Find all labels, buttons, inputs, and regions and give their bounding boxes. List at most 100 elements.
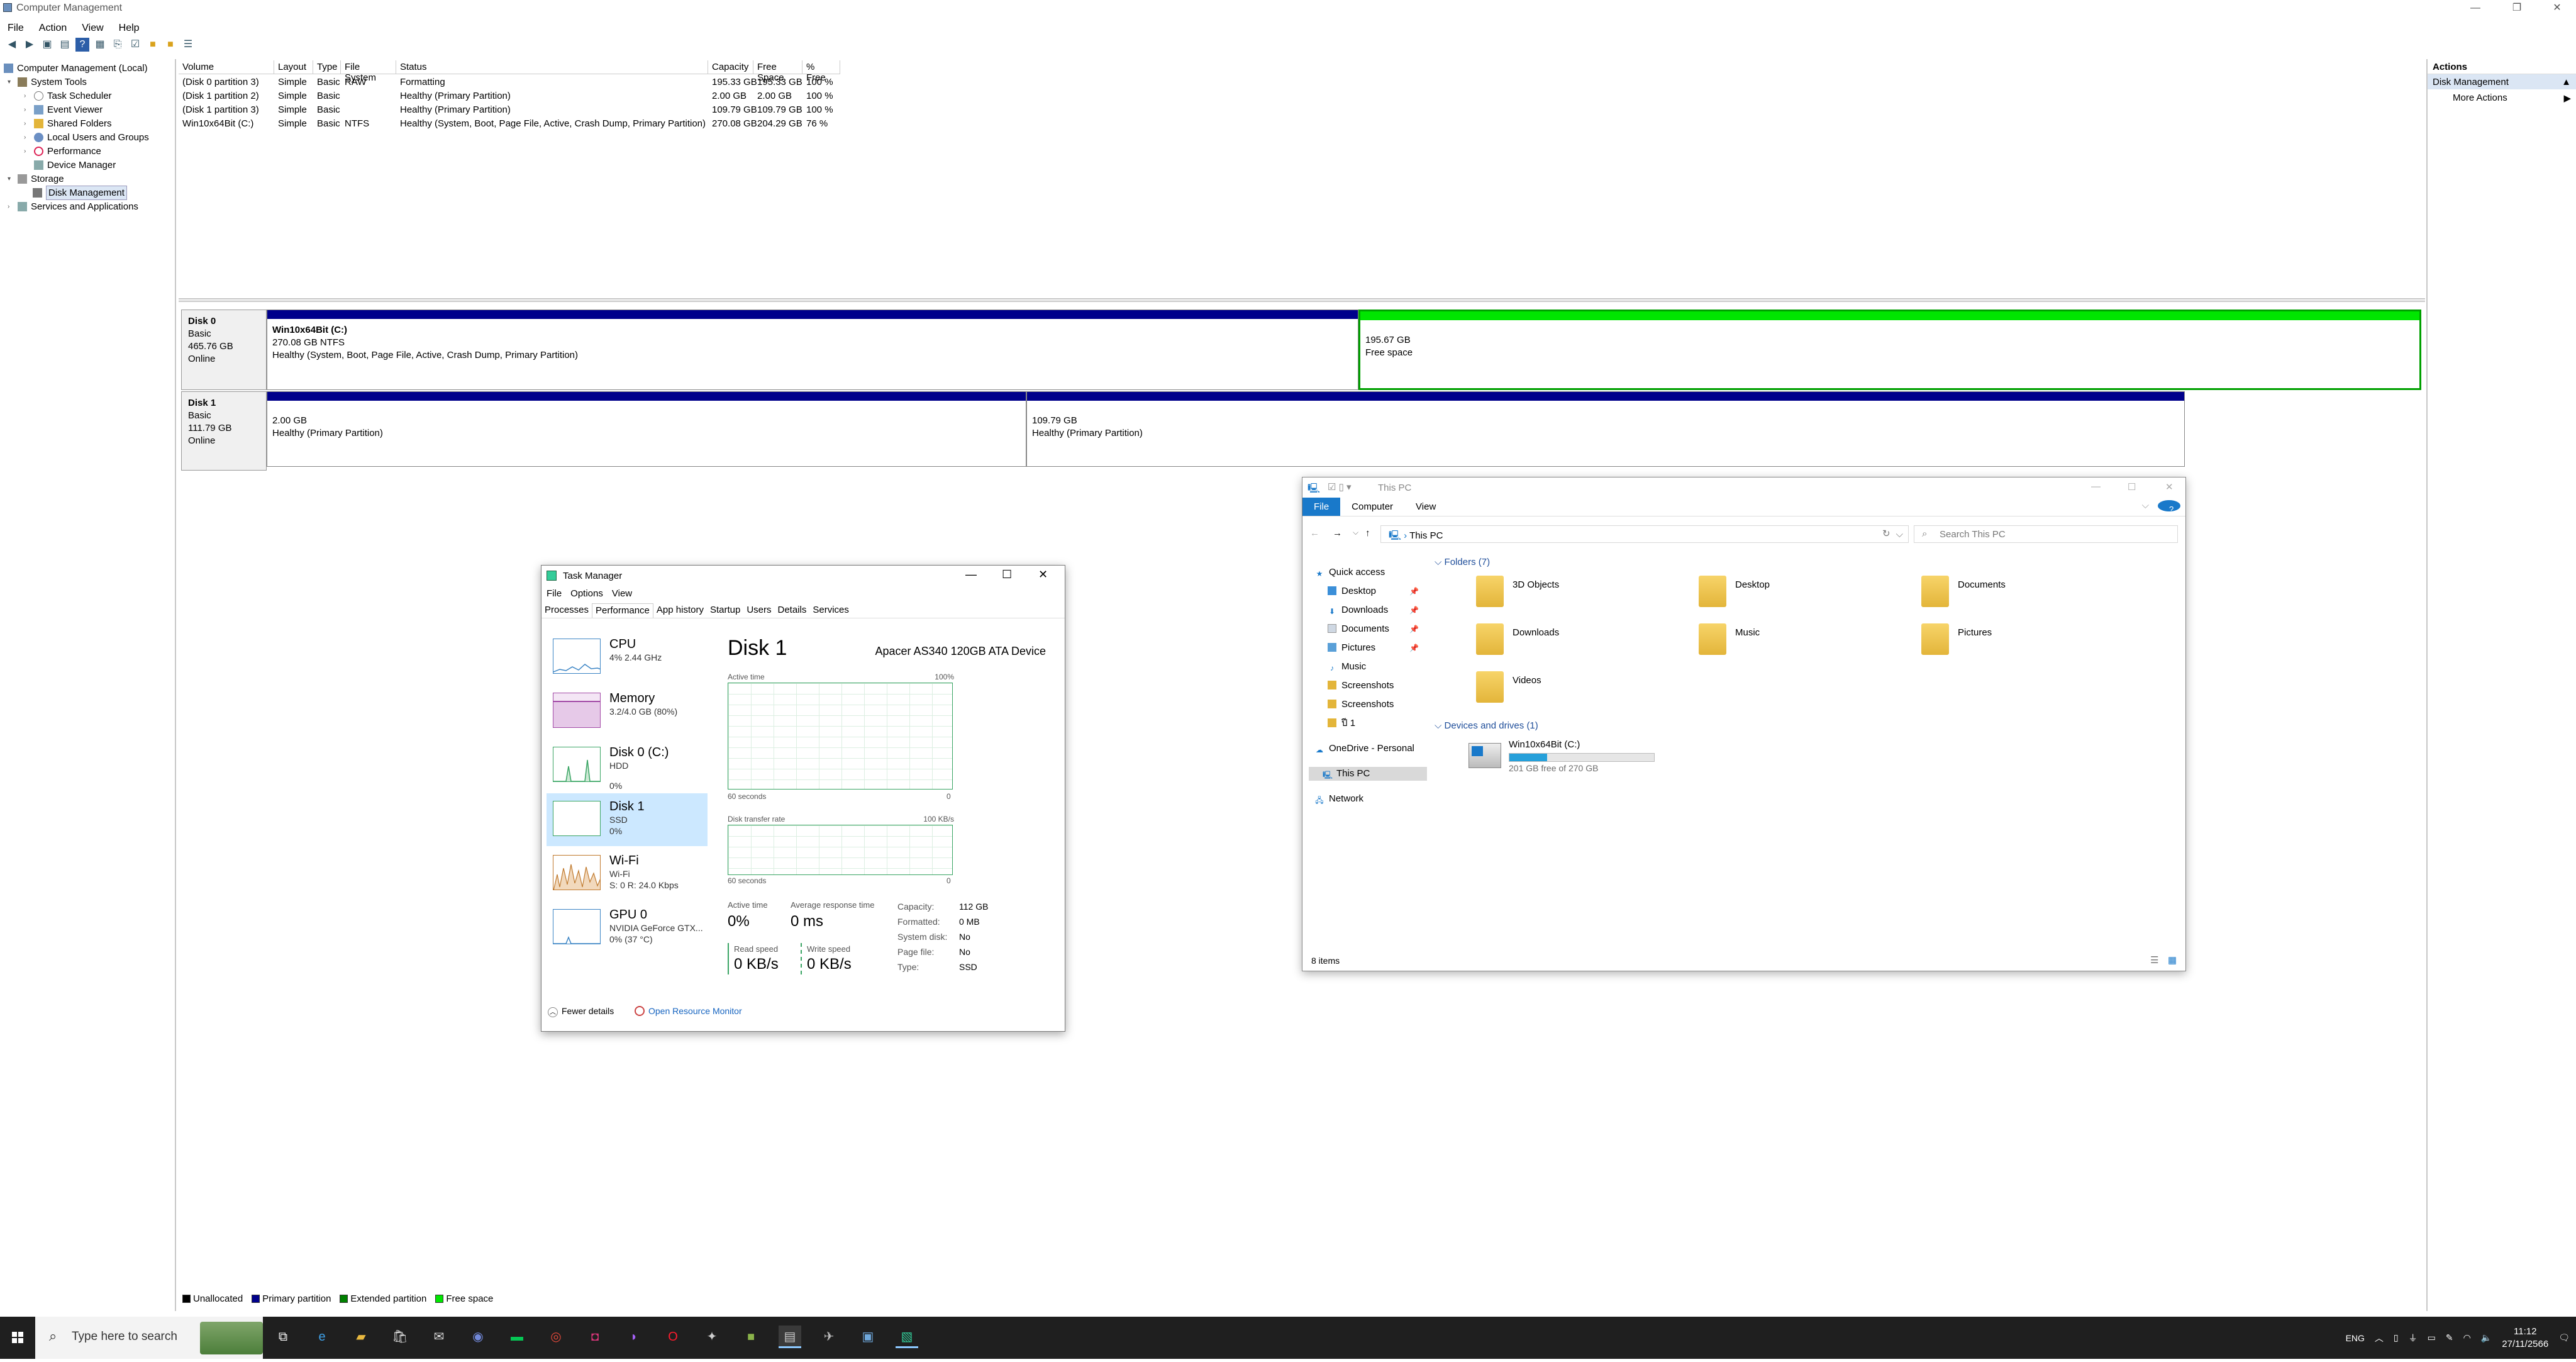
task-manager-taskbar-icon[interactable]: ▧ (896, 1326, 918, 1348)
forward-icon[interactable]: → (1333, 528, 1342, 539)
perf-item-gpu[interactable]: GPU 0 NVIDIA GeForce GTX... 0% (37 °C) (547, 901, 708, 954)
tab-services[interactable]: Services (809, 603, 852, 618)
close-button[interactable]: ✕ (1038, 568, 1048, 581)
perf-item-cpu[interactable]: CPU 4% 2.44 GHz (547, 631, 708, 684)
nav-this-pc[interactable]: 🖳 This PC (1309, 767, 1427, 781)
tree-task-scheduler[interactable]: › Task Scheduler (24, 89, 112, 103)
nav-music[interactable]: ♪ Music (1328, 660, 1366, 674)
nav-downloads[interactable]: ⬇ Downloads 📌 (1328, 603, 1419, 617)
ribbon-tab-file[interactable]: File (1302, 498, 1341, 516)
taskbar-search-box[interactable]: ⌕ Type here to search (35, 1317, 263, 1359)
minimize-button[interactable]: — (2457, 0, 2494, 16)
column-header-type[interactable]: Type (313, 60, 341, 74)
up-icon[interactable]: ↑ (1365, 528, 1370, 539)
maximize-button[interactable]: ❐ (2498, 0, 2536, 16)
expand-ribbon-icon[interactable]: ⌵ (2138, 498, 2153, 516)
tree-device-manager[interactable]: Device Manager (24, 159, 116, 172)
minimize-button[interactable]: — (2091, 481, 2101, 492)
large-icons-view-icon[interactable]: ▦ (2168, 954, 2177, 966)
folder-icon[interactable]: ■ (146, 38, 160, 52)
edge-icon[interactable]: e (311, 1326, 333, 1348)
tab-performance[interactable]: Performance (592, 603, 653, 618)
nav-quick-access[interactable]: ★ Quick access (1315, 566, 1385, 579)
tree-local-users[interactable]: › Local Users and Groups (24, 131, 149, 144)
minecraft-icon[interactable]: ■ (740, 1326, 762, 1348)
battery-icon[interactable]: ▭ (2428, 1332, 2436, 1343)
task-view-icon[interactable]: ⧉ (272, 1326, 294, 1348)
store-icon[interactable]: 🛍 (389, 1326, 411, 1348)
app-icon[interactable]: ✦ (701, 1326, 723, 1348)
ribbon-tab-view[interactable]: View (1404, 498, 1447, 516)
tab-details[interactable]: Details (775, 603, 810, 618)
folders-group-header[interactable]: ⌵ Folders (7) (1435, 557, 1490, 567)
list-icon[interactable]: ☰ (181, 38, 195, 52)
tree-performance[interactable]: › Performance (24, 145, 101, 158)
menu-action[interactable]: Action (31, 20, 74, 36)
messenger-icon[interactable]: ◗ (623, 1326, 645, 1348)
chevron-up-icon[interactable]: ︿ (2375, 1332, 2384, 1344)
checklist-icon[interactable]: ☑ (128, 38, 142, 52)
column-header-volume[interactable]: Volume (179, 60, 274, 74)
column-header-layout[interactable]: Layout (274, 60, 313, 74)
disk1-label[interactable]: Disk 1 Basic 111.79 GB Online (181, 391, 267, 471)
recent-locations-icon[interactable]: ⌵ (1353, 528, 1358, 537)
folder-documents[interactable]: Documents (1921, 576, 2135, 613)
notification-icon[interactable]: 🗨 (2558, 1332, 2570, 1343)
fewer-details-button[interactable]: ︿ Fewer details (548, 1006, 614, 1017)
back-icon[interactable]: ← (1310, 528, 1319, 539)
app2-icon[interactable]: ✈ (818, 1326, 840, 1348)
view-icon[interactable]: ▦ (93, 38, 107, 52)
devices-group-header[interactable]: ⌵ Devices and drives (1) (1435, 720, 1538, 731)
tree-computer-management[interactable]: Computer Management (Local) (4, 62, 148, 75)
clock[interactable]: 11:12 27/11/2566 (2502, 1326, 2548, 1351)
nav-onedrive[interactable]: ☁ OneDrive - Personal (1315, 742, 1414, 756)
help-icon[interactable]: ? (2153, 498, 2185, 516)
address-bar[interactable]: 🖳 › This PC ⌵ (1380, 525, 1909, 543)
perf-item-disk1[interactable]: Disk 1 SSD 0% (547, 793, 708, 846)
quick-access-toolbar-icon[interactable]: ☑ ▯ ▾ (1328, 481, 1352, 493)
column-header-percent-free[interactable]: % Free (802, 60, 840, 83)
language-indicator[interactable]: ENG (2346, 1333, 2365, 1343)
actions-disk-management[interactable]: Disk Management ▲ (2428, 74, 2576, 89)
tree-system-tools[interactable]: ▾ System Tools (8, 75, 87, 89)
folder-3d-objects[interactable]: 3D Objects (1476, 576, 1690, 613)
tree-event-viewer[interactable]: › Event Viewer (24, 103, 103, 116)
meet-icon[interactable]: ✎ (2446, 1332, 2453, 1343)
refresh-icon[interactable]: ↻ (1882, 528, 1890, 539)
opera-icon[interactable]: O (662, 1326, 684, 1348)
folder-pictures[interactable]: Pictures (1921, 623, 2135, 661)
column-header-capacity[interactable]: Capacity (708, 60, 753, 74)
file-explorer-icon[interactable]: ▰ (350, 1326, 372, 1348)
more-actions-item[interactable]: More Actions ▶ (2428, 89, 2576, 104)
usb-icon[interactable]: ⏚ (2409, 1332, 2418, 1344)
show-tree-icon[interactable]: ▤ (58, 38, 72, 52)
maximize-button[interactable]: ☐ (1002, 568, 1012, 581)
disk1-partition-2[interactable]: 2.00 GB Healthy (Primary Partition) (267, 391, 1026, 467)
tab-app-history[interactable]: App history (653, 603, 707, 618)
maximize-button[interactable]: ☐ (2128, 481, 2136, 493)
menu-view[interactable]: View (74, 20, 111, 36)
tab-processes[interactable]: Processes (541, 603, 592, 618)
folder-videos[interactable]: Videos (1476, 671, 1690, 709)
folder-music[interactable]: Music (1699, 623, 1913, 661)
discord-icon[interactable]: ◉ (467, 1326, 489, 1348)
perf-item-memory[interactable]: Memory 3.2/4.0 GB (80%) (547, 685, 708, 738)
tree-storage[interactable]: ▾ Storage (8, 172, 64, 186)
minimize-button[interactable]: — (965, 568, 977, 581)
volume-icon[interactable]: 🔈 (2481, 1332, 2492, 1343)
app-tray-icon[interactable]: ▯ (2394, 1332, 2399, 1343)
tree-shared-folders[interactable]: › Shared Folders (24, 117, 112, 130)
app3-icon[interactable]: ▣ (857, 1326, 879, 1348)
properties-icon[interactable]: ■ (164, 38, 177, 52)
menu-file[interactable]: File (0, 20, 31, 36)
disk0-label[interactable]: Disk 0 Basic 465.76 GB Online (181, 310, 267, 390)
disk0-partition-c[interactable]: Win10x64Bit (C:) 270.08 GB NTFS Healthy … (267, 310, 1358, 390)
nav-year-1[interactable]: ปี 1 (1328, 717, 1355, 730)
close-button[interactable]: ✕ (2165, 481, 2174, 493)
column-header-free-space[interactable]: Free Space (753, 60, 802, 83)
menu-help[interactable]: Help (111, 20, 147, 36)
nav-documents[interactable]: Documents 📌 (1328, 622, 1419, 636)
instagram-icon[interactable]: ◘ (584, 1326, 606, 1348)
wifi-icon[interactable]: ◠ (2463, 1332, 2471, 1343)
up-folder-icon[interactable]: ▣ (40, 38, 54, 52)
